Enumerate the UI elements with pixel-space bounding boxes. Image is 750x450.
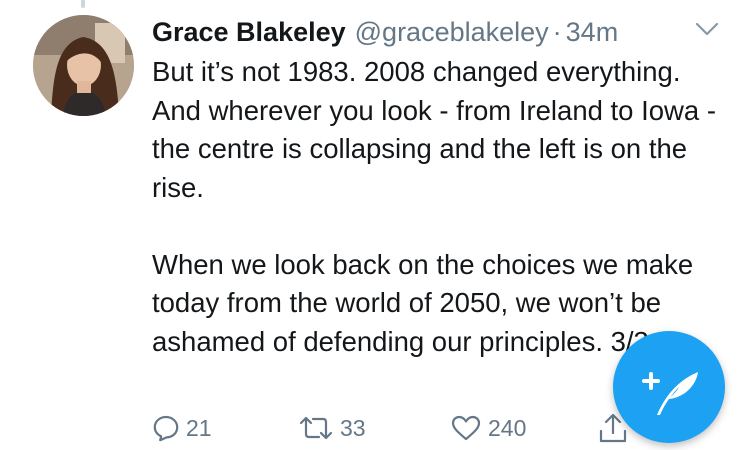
tweet-text: But it’s not 1983. 2008 changed everythi… [152,53,732,361]
timestamp[interactable]: 34m [566,14,619,50]
avatar[interactable] [33,15,134,116]
reply-icon [153,415,179,442]
reply-count: 21 [186,414,212,441]
chevron-down-icon[interactable] [694,20,720,38]
reply-button[interactable]: 21 [152,410,212,446]
thread-connector-line [81,0,85,8]
retweet-icon [299,416,333,440]
retweet-button[interactable]: 33 [298,410,366,446]
avatar-image [33,15,134,116]
tweet-actions: 21 33 240 [152,410,652,446]
retweet-count: 33 [340,414,366,441]
heart-icon [451,415,481,441]
compose-tweet-icon [642,372,698,415]
compose-tweet-button[interactable] [613,331,725,443]
tweet[interactable]: Grace Blakeley @graceblakeley · 34m But … [0,0,750,450]
display-name[interactable]: Grace Blakeley [152,14,346,50]
like-button[interactable]: 240 [450,410,526,446]
tweet-header: Grace Blakeley @graceblakeley · 34m [152,14,618,50]
tweet-paragraph: But it’s not 1983. 2008 changed everythi… [152,56,717,203]
separator-dot: · [552,17,562,47]
like-count: 240 [488,414,527,441]
user-handle[interactable]: @graceblakeley [355,14,549,50]
